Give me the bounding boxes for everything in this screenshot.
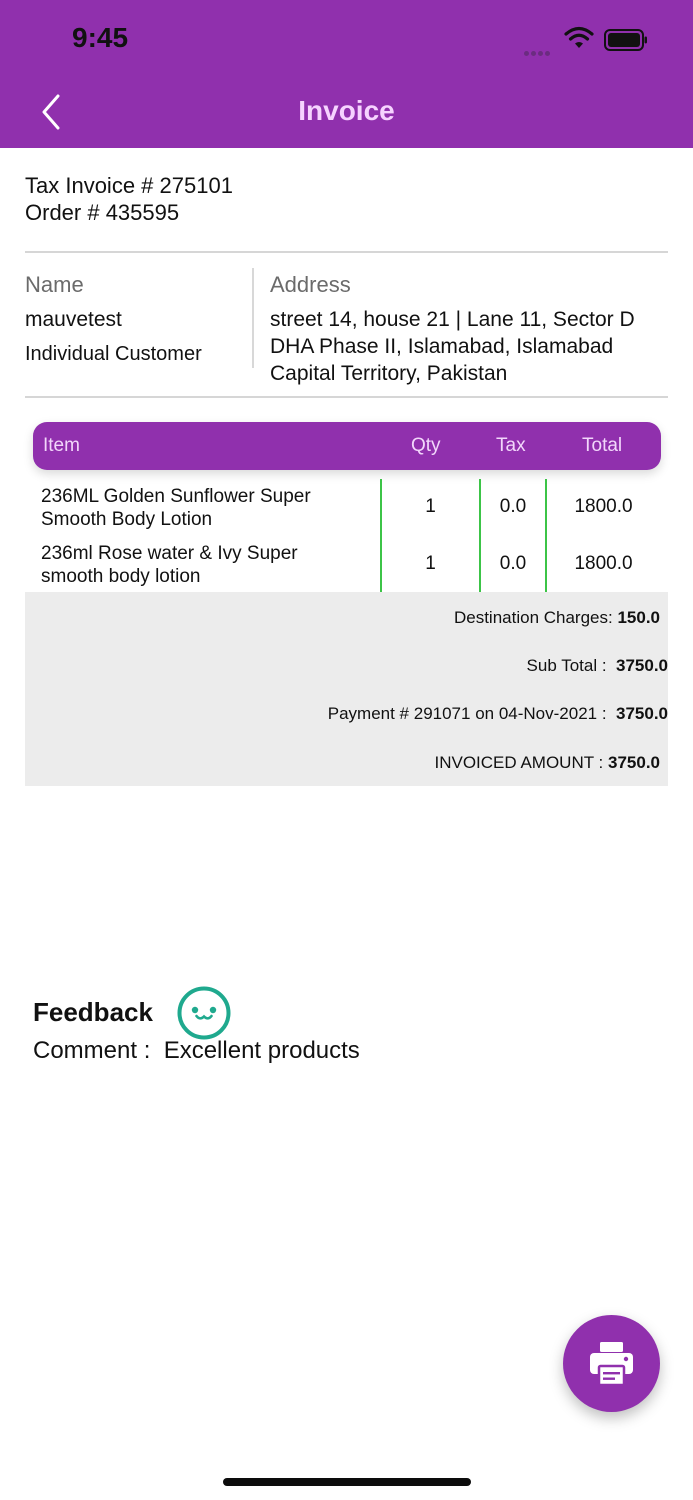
item-name-line: 236ml Rose water & Ivy Super [41,543,298,564]
customer-name: mauvetest [25,308,122,331]
status-time: 9:45 [72,22,129,53]
item-qty: 1 [425,496,436,517]
battery-icon [604,29,647,51]
item-total: 1800.0 [574,553,633,574]
item-name: 236ml Rose water & Ivy Super smooth body… [41,542,371,588]
tax-invoice-number: Tax Invoice # 275101 [25,173,233,198]
address-label: Address [270,272,351,297]
printer-icon [590,1342,633,1387]
page-title: Invoice [298,95,395,126]
item-tax: 0.0 [499,496,527,517]
item-tax: 0.0 [499,553,527,574]
feedback-title: Feedback [33,997,153,1027]
customer-type: Individual Customer [25,343,202,365]
invoiced-amount: INVOICED AMOUNT : 3750.0 [434,753,661,772]
item-qty: 1 [425,553,436,574]
item-name: 236ML Golden Sunflower Super Smooth Body… [41,485,371,531]
vertical-divider [252,268,254,368]
payment-line: Payment # 291071 on 04-Nov-2021 : 3750.0 [327,704,668,723]
item-total: 1800.0 [574,496,633,517]
wifi-icon [564,26,594,48]
column-header-tax: Tax [496,435,526,456]
address-line-1: street 14, house 21 | Lane 11, Sector D [270,308,635,331]
app-header: 9:45 Invoice [0,0,693,148]
column-header-qty: Qty [411,435,441,456]
destination-charges: Destination Charges: 150.0 [453,608,660,627]
column-header-item: Item [43,435,80,456]
column-header-total: Total [582,435,623,456]
feedback-comment: Comment : Excellent products [33,1037,360,1064]
item-name-line: 236ML Golden Sunflower Super [41,486,311,507]
divider [25,251,668,253]
item-name-line: smooth body lotion [41,566,201,587]
home-indicator [223,1478,471,1486]
print-button[interactable] [563,1315,660,1412]
divider [25,396,668,398]
order-number: Order # 435595 [25,200,180,225]
address-line-3: Capital Territory, Pakistan [270,362,508,385]
invoice-summary: Destination Charges: 150.0 Sub Total : 3… [25,592,668,786]
sub-total: Sub Total : 3750.0 [526,656,668,675]
name-label: Name [25,272,84,297]
happy-face-icon [177,986,231,1040]
cellular-signal-icon [524,43,558,56]
address-line-2: DHA Phase II, Islamabad, Islamabad [270,335,614,358]
item-name-line: Smooth Body Lotion [41,509,213,530]
table-header: Item Qty Tax Total [33,422,661,470]
